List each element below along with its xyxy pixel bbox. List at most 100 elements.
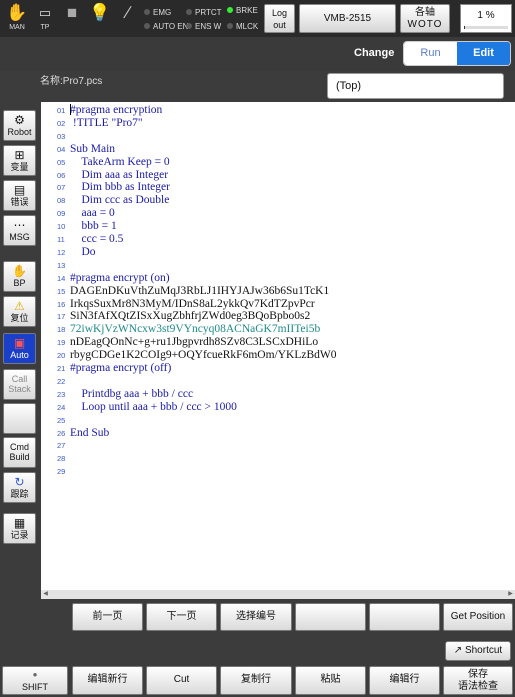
code-line[interactable]: 17 SiN3fAfXQtZISxXugZbhfrjZWd0eg3BQoBpbo0… (41, 310, 515, 323)
code-line[interactable]: 18 72iwKjVzWNcxw3st9VYncyq08ACNaGK7mIITei… (41, 323, 515, 336)
code-line[interactable]: 29 (41, 465, 515, 478)
code-text: DAGEnDKuVthZuMqJ3RbLJ1IHYJAJw36b6Su1TcK1 (70, 284, 330, 297)
sidebar-cmd-build-button[interactable]: Cmd Build (3, 437, 36, 468)
robot-name-button[interactable]: VMB-2515 (299, 4, 396, 33)
code-line[interactable]: 04 Sub Main (41, 143, 515, 156)
shortcut-button[interactable]: ↗ Shortcut (445, 641, 511, 661)
sidebar-label: Call (11, 374, 28, 384)
code-line[interactable]: 08 Dim ccc as Double (41, 194, 515, 207)
sidebar-trace-button[interactable]: ↻ 跟踪 (3, 472, 36, 503)
message-icon: ⋯ (13, 218, 26, 232)
sidebar-blank-button[interactable] (3, 403, 36, 434)
speed-display[interactable]: 1 % (460, 4, 512, 33)
code-line[interactable]: 16 IrkqsSuxMr8N3MyM/IDnS8aL2ykkQv7KdTZpvP… (41, 298, 515, 311)
horizontal-scrollbar[interactable]: ◀ ▶ (41, 590, 515, 599)
code-line[interactable]: 12 Do (41, 246, 515, 259)
logout-label-1: Log (271, 8, 288, 18)
function-blank-button-2[interactable] (369, 603, 440, 631)
code-line[interactable]: 02 !TITLE "Pro7" (41, 117, 515, 130)
speed-text: 1 % (477, 10, 495, 21)
scope-selector[interactable]: (Top) (327, 73, 504, 99)
square-icon: ■ (66, 3, 78, 22)
sidebar-call-stack-button[interactable]: Call Stack (3, 369, 36, 400)
code-editor[interactable]: 01 #pragma encryption 02 !TITLE "Pro7" 03 04… (41, 102, 515, 599)
next-page-button[interactable]: 下一页 (146, 603, 217, 631)
logout-button[interactable]: Log out (264, 4, 295, 33)
sidebar-robot-button[interactable]: ⚙ Robot (3, 110, 36, 141)
code-line[interactable]: 24 Loop until aaa + bbb / ccc > 1000 (41, 401, 515, 414)
sidebar-msg-button[interactable]: ⋯ MSG (3, 215, 36, 246)
run-mode-option[interactable]: Run (404, 42, 457, 65)
wrench-icon: ∕ (126, 3, 130, 22)
select-number-button[interactable]: 选择编号 (220, 603, 292, 631)
line-number: 16 (57, 299, 66, 309)
prev-page-button[interactable]: 前一页 (72, 603, 143, 631)
code-line[interactable]: 09 aaa = 0 (41, 207, 515, 220)
axis-mode-button[interactable]: 各轴 WOTO (400, 4, 450, 33)
code-line[interactable]: 23 Printdbg aaa + bbb / ccc (41, 388, 515, 401)
code-text: Dim bbb as Integer (70, 181, 170, 194)
code-line[interactable]: 06 Dim aaa as Integer (41, 169, 515, 182)
copy-line-button[interactable]: 复制行 (220, 666, 292, 695)
auto-en-dot (144, 23, 150, 29)
scroll-right-icon[interactable]: ▶ (506, 590, 515, 599)
code-line[interactable]: 22 (41, 375, 515, 388)
code-line[interactable]: 28 (41, 452, 515, 465)
sidebar-auto-button[interactable]: ▣ Auto (3, 333, 36, 364)
code-line[interactable]: 01 #pragma encryption (41, 104, 515, 117)
code-text: Printdbg aaa + bbb / ccc (70, 387, 194, 400)
function-blank-button-1[interactable] (295, 603, 366, 631)
scroll-left-icon[interactable]: ◀ (41, 590, 50, 599)
code-line[interactable]: 03 (41, 130, 515, 143)
line-number: 22 (57, 376, 66, 386)
sidebar-label: 复位 (10, 313, 29, 323)
sidebar-label: Robot (7, 127, 32, 137)
sidebar-record-button[interactable]: ▦ 记录 (3, 513, 36, 544)
line-number: 12 (57, 247, 66, 257)
sidebar-reset-button[interactable]: ⚠ 复位 (3, 296, 36, 327)
shift-button[interactable]: ● SHIFT (2, 666, 68, 695)
indicator-emg: EMG (144, 7, 171, 19)
code-line[interactable]: 26 End Sub (41, 427, 515, 440)
edit-mode-option[interactable]: Edit (457, 42, 510, 65)
line-number: 24 (57, 402, 66, 412)
code-text: nDEagQOnNc+g+ru1Jbgpvrdh8SZv8C3LSCxDHiLo (70, 336, 319, 349)
get-position-button[interactable]: Get Position (443, 603, 513, 631)
line-number: 04 (57, 144, 66, 154)
code-line[interactable]: 13 (41, 259, 515, 272)
code-text: #pragma encrypt (on) (70, 271, 170, 284)
code-line[interactable]: 20 rbygCDGe1K2COIg9+OQYfcueRkF6mOm/YKLzBd… (41, 349, 515, 362)
indicator-label: BRKE (236, 6, 258, 15)
code-line[interactable]: 25 (41, 414, 515, 427)
code-line[interactable]: 11 ccc = 0.5 (41, 233, 515, 246)
code-text: Loop until aaa + bbb / ccc > 1000 (70, 400, 237, 413)
run-edit-toggle[interactable]: Run Edit (403, 41, 511, 66)
code-line[interactable]: 27 (41, 439, 515, 452)
brke-dot (227, 7, 233, 13)
code-line[interactable]: 05 TakeArm Keep = 0 (41, 156, 515, 169)
line-number: 27 (57, 441, 66, 451)
shortcut-icon: ↗ (453, 645, 465, 656)
code-line[interactable]: 15 DAGEnDKuVthZuMqJ3RbLJ1IHYJAJw36b6Su1Tc… (41, 285, 515, 298)
sidebar-bp-button[interactable]: ✋ BP (3, 261, 36, 292)
code-text: #pragma encryption (70, 104, 163, 116)
code-line[interactable]: 14 #pragma encrypt (on) (41, 272, 515, 285)
indicator-label: ENS W (195, 22, 222, 31)
pendant-icon: ▭ (38, 5, 52, 20)
code-line[interactable]: 10 bbb = 1 (41, 220, 515, 233)
edit-line-button[interactable]: 编辑行 (369, 666, 440, 695)
cut-button[interactable]: Cut (146, 666, 217, 695)
edit-new-line-button[interactable]: 编辑新行 (72, 666, 143, 695)
code-line[interactable]: 19 nDEagQOnNc+g+ru1Jbgpvrdh8SZv8C3LSCxDHi… (41, 336, 515, 349)
code-line[interactable]: 07 Dim bbb as Integer (41, 181, 515, 194)
shortcut-label: Shortcut (464, 645, 503, 656)
logout-label-2: out (273, 20, 286, 30)
line-number: 07 (57, 183, 66, 193)
paste-button[interactable]: 粘贴 (295, 666, 366, 695)
sidebar-error-button[interactable]: ▤ 错误 (3, 180, 36, 211)
code-line[interactable]: 21 #pragma encrypt (off) (41, 362, 515, 375)
save-syntax-check-button[interactable]: 保存 语法检查 (443, 666, 513, 695)
status-bar: ✋ MAN ▭ TP ■ 💡 ∕ EMG AUTO EN PRTCT ENS W… (0, 0, 515, 37)
sidebar-label: Cmd (9, 442, 29, 452)
sidebar-variable-button[interactable]: ⊞ 变量 (3, 145, 36, 176)
